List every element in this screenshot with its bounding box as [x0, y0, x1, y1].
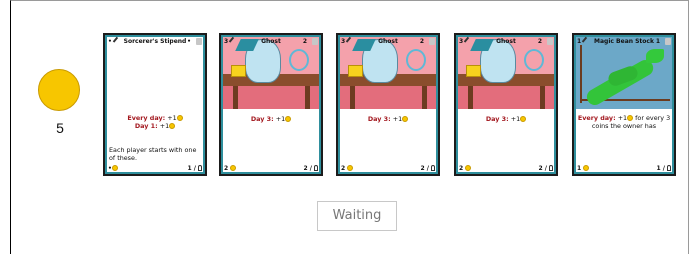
card-foot-left: • — [108, 165, 118, 172]
foot-value: 2 — [459, 165, 464, 172]
card-effect: Day 3: +1 — [221, 115, 321, 123]
effect-label: Every day: — [127, 114, 166, 122]
effect-value: +1 — [275, 115, 286, 123]
effect-label: Day 3: — [367, 115, 391, 123]
coin-icon — [583, 165, 590, 171]
card-footer: 2 2 / — [224, 163, 318, 172]
card-foot-right: 1 / — [187, 165, 202, 172]
coin-icon — [465, 165, 472, 171]
card-border — [221, 35, 321, 174]
card-ghost[interactable]: 3 Ghost 2 Day 3: +1 2 2 / — [219, 33, 323, 176]
effect-label: Every day: — [577, 114, 616, 122]
card-foot-right: 2 / — [538, 165, 553, 172]
card-effect: Every day: +1 Day 1: +1 — [105, 114, 205, 130]
effect-label: Day 3: — [485, 115, 509, 123]
card-duration: 2 — [302, 38, 307, 45]
coin-count: 5 — [56, 120, 64, 136]
card-duration: 1 — [655, 38, 660, 45]
card-foot-right: 1 / — [656, 165, 671, 172]
foot-value: 2 — [341, 165, 346, 172]
trash-icon — [312, 38, 318, 45]
coin-icon — [402, 116, 409, 122]
effect-value: +1 — [167, 114, 177, 122]
card-border — [574, 35, 674, 174]
card-effect: Day 3: +1 — [338, 115, 438, 123]
coin-icon — [230, 165, 237, 171]
foot-value: 1 — [577, 165, 582, 172]
card-header: 1 Magic Bean Stock 1 — [574, 35, 674, 48]
card-foot-right: 2 / — [420, 165, 435, 172]
card-ghost[interactable]: 3 Ghost 2 Day 3: +1 2 2 / — [454, 33, 558, 176]
trash-icon — [429, 38, 435, 45]
card-header: 3 Ghost 2 — [456, 35, 556, 48]
figure-icon — [549, 165, 553, 171]
figure-icon — [667, 165, 671, 171]
foot-value: 1 / — [656, 165, 665, 172]
card-border — [338, 35, 438, 174]
card-header: • Sorcerer's Stipend • — [105, 35, 205, 48]
card-foot-left: 2 — [224, 165, 237, 172]
card-footer: 2 2 / — [341, 163, 435, 172]
figure-icon — [198, 165, 202, 171]
card-duration: 2 — [537, 38, 542, 45]
card-border — [456, 35, 556, 174]
card-effect: Day 3: +1 — [456, 115, 556, 123]
trash-icon — [665, 38, 671, 45]
card-footer: 2 2 / — [459, 163, 553, 172]
coin-icon — [520, 116, 527, 122]
foot-value: 1 / — [187, 165, 196, 172]
trash-icon — [196, 38, 202, 45]
coin-icon — [169, 123, 176, 129]
card-foot-left: 2 — [341, 165, 354, 172]
effect-value: +1 — [617, 114, 628, 122]
card-foot-left: 1 — [577, 165, 590, 172]
coin-icon — [176, 115, 183, 121]
card-ghost[interactable]: 3 Ghost 2 Day 3: +1 2 2 / — [336, 33, 440, 176]
coin-icon — [285, 116, 292, 122]
card-footer: 1 1 / — [577, 163, 671, 172]
foot-value: 2 / — [420, 165, 429, 172]
coin-icon — [111, 165, 118, 171]
effect-label: Day 1: — [134, 122, 158, 130]
figure-icon — [431, 165, 435, 171]
effect-value: +1 — [510, 115, 521, 123]
card-description: Each player starts with one of these. — [109, 146, 197, 162]
card-duration: • — [187, 38, 191, 45]
coin-icon — [38, 69, 80, 111]
effect-label: Day 3: — [250, 115, 274, 123]
foot-value: 2 / — [538, 165, 547, 172]
waiting-button[interactable]: Waiting — [317, 201, 397, 231]
card-foot-left: 2 — [459, 165, 472, 172]
card-sorcerers-stipend[interactable]: • Sorcerer's Stipend • Every day: +1 Day… — [103, 33, 207, 176]
foot-value: 2 — [224, 165, 229, 172]
effect-value: +1 — [159, 122, 170, 130]
card-header: 3 Ghost 2 — [338, 35, 438, 48]
card-effect: Every day: +1 for every 3 coins the owne… — [574, 114, 674, 130]
card-footer: • 1 / — [108, 163, 202, 172]
card-duration: 2 — [419, 38, 424, 45]
foot-value: 2 / — [303, 165, 312, 172]
coin-icon — [627, 115, 634, 121]
card-foot-right: 2 / — [303, 165, 318, 172]
trash-icon — [547, 38, 553, 45]
card-magic-bean-stock[interactable]: 1 Magic Bean Stock 1 Every day: +1 for e… — [572, 33, 676, 176]
effect-value: +1 — [392, 115, 403, 123]
coin-icon — [347, 165, 354, 171]
figure-icon — [314, 165, 318, 171]
card-header: 3 Ghost 2 — [221, 35, 321, 48]
